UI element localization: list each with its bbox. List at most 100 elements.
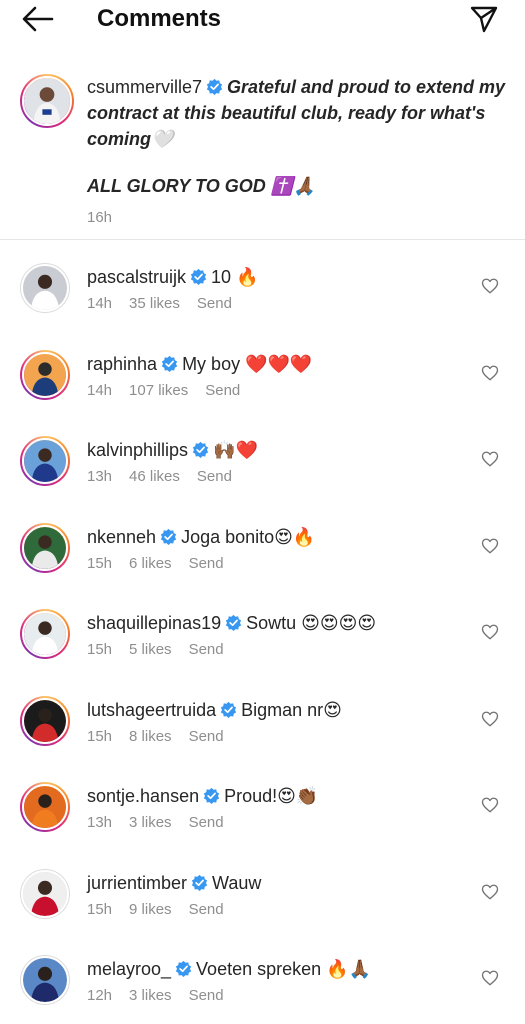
comment-body: jurrientimber Wauw 15h 9 likes Send — [87, 871, 467, 918]
comment-time: 13h — [87, 468, 113, 485]
comment-avatar[interactable] — [20, 436, 70, 486]
comment-likes[interactable]: 107 likes — [129, 382, 188, 399]
verified-badge-icon — [206, 78, 223, 95]
comment-username[interactable]: pascalstruijk — [87, 267, 186, 287]
comment-text: Proud!😍👏🏾 — [224, 786, 319, 806]
heart-icon[interactable] — [481, 883, 499, 901]
caption-text-second: ALL GLORY TO GOD ✝️🙏🏾 — [87, 176, 316, 196]
caption-username[interactable]: csummerville7 — [87, 77, 202, 97]
comment-time: 14h — [87, 382, 113, 399]
verified-badge-icon — [160, 528, 177, 545]
comment-likes[interactable]: 6 likes — [129, 555, 172, 572]
comment-time: 15h — [87, 901, 113, 918]
verified-badge-icon — [190, 268, 207, 285]
comment-item: kalvinphillips 🙌🏾❤️ 13h 46 likes Send — [0, 436, 525, 522]
comment-likes[interactable]: 3 likes — [129, 987, 172, 1004]
send-link[interactable]: Send — [189, 728, 224, 745]
page-title: Comments — [97, 5, 222, 32]
arrow-left-icon — [22, 6, 54, 32]
comment-item: jurrientimber Wauw 15h 9 likes Send — [0, 869, 525, 955]
avatar — [24, 354, 66, 396]
heart-icon[interactable] — [481, 277, 499, 295]
send-link[interactable]: Send — [197, 468, 232, 485]
comment-username[interactable]: jurrientimber — [87, 873, 187, 893]
send-link[interactable]: Send — [189, 814, 224, 831]
paper-plane-icon — [470, 6, 498, 33]
comment-text: 10 🔥 — [211, 267, 259, 287]
comment-body: nkenneh Joga bonito😍🔥 15h 6 likes Send — [87, 525, 467, 572]
comment-avatar[interactable] — [20, 350, 70, 400]
avatar — [23, 958, 67, 1002]
comment-body: pascalstruijk 10 🔥 14h 35 likes Send — [87, 265, 467, 312]
verified-badge-icon — [203, 787, 220, 804]
comment-username[interactable]: lutshageertruida — [87, 700, 216, 720]
avatar — [24, 700, 66, 742]
caption-body: csummerville7 Grateful and proud to exten… — [87, 74, 507, 231]
comment-likes[interactable]: 3 likes — [129, 814, 172, 831]
comment-time: 15h — [87, 555, 113, 572]
comment-avatar[interactable] — [20, 263, 70, 313]
comment-body: lutshageertruida Bigman nr😍 15h 8 likes Sen… — [87, 698, 467, 745]
comment-body: melayroo_ Voeten spreken 🔥🙏🏾 12h 3 likes Se… — [87, 957, 467, 1004]
top-bar: Comments — [0, 0, 525, 40]
comment-likes[interactable]: 5 likes — [129, 641, 172, 658]
comment-likes[interactable]: 8 likes — [129, 728, 172, 745]
comment-item: lutshageertruida Bigman nr😍 15h 8 likes Sen… — [0, 696, 525, 782]
comment-avatar[interactable] — [20, 782, 70, 832]
back-button[interactable] — [20, 4, 56, 34]
send-link[interactable]: Send — [189, 901, 224, 918]
comment-time: 15h — [87, 728, 113, 745]
comment-username[interactable]: shaquillepinas19 — [87, 613, 221, 633]
comment-username[interactable]: raphinha — [87, 354, 157, 374]
avatar — [23, 872, 67, 916]
comment-body: shaquillepinas19 Sowtu 😍😍😍😍 15h 5 likes Sen… — [87, 611, 467, 658]
share-button[interactable] — [468, 4, 500, 34]
comment-text: My boy ❤️❤️❤️ — [182, 354, 313, 374]
send-link[interactable]: Send — [189, 987, 224, 1004]
comment-time: 13h — [87, 814, 113, 831]
heart-icon[interactable] — [481, 796, 499, 814]
comment-item: melayroo_ Voeten spreken 🔥🙏🏾 12h 3 likes Se… — [0, 955, 525, 1024]
send-link[interactable]: Send — [189, 641, 224, 658]
send-link[interactable]: Send — [197, 295, 232, 312]
heart-icon[interactable] — [481, 364, 499, 382]
verified-badge-icon — [225, 614, 242, 631]
comment-avatar[interactable] — [20, 869, 70, 919]
comment-text: Sowtu 😍😍😍😍 — [246, 613, 377, 633]
heart-icon[interactable] — [481, 969, 499, 987]
comment-text: 🙌🏾❤️ — [213, 440, 258, 460]
comment-avatar[interactable] — [20, 523, 70, 573]
comment-username[interactable]: melayroo_ — [87, 959, 171, 979]
comment-avatar[interactable] — [20, 609, 70, 659]
comment-item: pascalstruijk 10 🔥 14h 35 likes Send — [0, 263, 525, 349]
heart-icon[interactable] — [481, 537, 499, 555]
caption-time: 16h — [87, 209, 113, 226]
comment-item: raphinha My boy ❤️❤️❤️ 14h 107 likes Send — [0, 350, 525, 436]
comment-likes[interactable]: 35 likes — [129, 295, 180, 312]
comment-time: 15h — [87, 641, 113, 658]
comment-text: Voeten spreken 🔥🙏🏾 — [196, 959, 371, 979]
avatar — [24, 786, 66, 828]
caption-avatar[interactable] — [20, 74, 74, 128]
comment-time: 12h — [87, 987, 113, 1004]
comment-text: Joga bonito😍🔥 — [181, 527, 316, 547]
verified-badge-icon — [175, 960, 192, 977]
avatar — [24, 613, 66, 655]
heart-icon[interactable] — [481, 710, 499, 728]
send-link[interactable]: Send — [205, 382, 240, 399]
avatar — [24, 78, 70, 124]
comment-username[interactable]: nkenneh — [87, 527, 156, 547]
comment-likes[interactable]: 9 likes — [129, 901, 172, 918]
avatar — [23, 266, 67, 310]
send-link[interactable]: Send — [189, 555, 224, 572]
comment-avatar[interactable] — [20, 955, 70, 1005]
comment-likes[interactable]: 46 likes — [129, 468, 180, 485]
comment-body: sontje.hansen Proud!😍👏🏾 13h 3 likes Send — [87, 784, 467, 831]
verified-badge-icon — [161, 355, 178, 372]
heart-icon[interactable] — [481, 623, 499, 641]
verified-badge-icon — [220, 701, 237, 718]
comment-username[interactable]: kalvinphillips — [87, 440, 188, 460]
comment-avatar[interactable] — [20, 696, 70, 746]
heart-icon[interactable] — [481, 450, 499, 468]
comment-username[interactable]: sontje.hansen — [87, 786, 199, 806]
